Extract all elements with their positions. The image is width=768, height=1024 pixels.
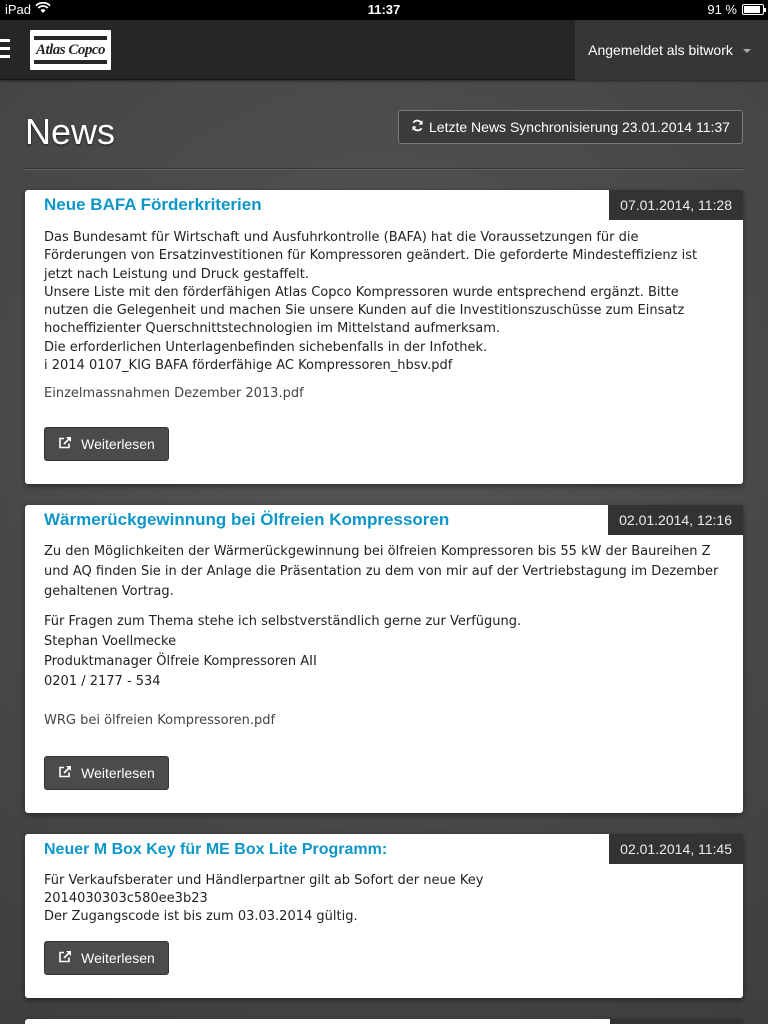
status-time: 11:37 <box>367 2 401 17</box>
news-text-line: hocheffizienter Querschnittstechnologien… <box>44 321 501 337</box>
user-menu-dropdown[interactable]: Angemeldet als bitwork <box>575 20 768 80</box>
logo-text: Atlas Copco <box>35 42 106 58</box>
external-link-icon <box>58 436 72 452</box>
sync-label: Letzte News Synchronisierung 23.01.2014 … <box>429 119 730 135</box>
news-text-line: Für Fragen zum Thema stehe ich selbstver… <box>44 614 522 629</box>
news-text-line: Zu den Möglichkeiten der Wärmerückgewinn… <box>44 544 711 559</box>
news-text-line: Stephan Voellmecke <box>44 634 177 649</box>
news-body: Das Bundesamt für Wirtschaft und Ausfuhr… <box>44 229 724 375</box>
ios-status-bar: iPad 11:37 91 % <box>0 0 768 20</box>
news-card: Neuer M Box Key für ME Box Lite Programm… <box>25 834 743 998</box>
read-more-button[interactable]: Weiterlesen <box>44 941 169 975</box>
news-text-line: i 2014 0107_KIG BAFA förderfähige AC Kom… <box>44 358 453 374</box>
external-link-icon <box>58 950 72 966</box>
news-card <box>25 1019 743 1024</box>
attachment-link[interactable]: WRG bei ölfreien Kompressoren.pdf <box>44 713 275 728</box>
news-card: Wärmerückgewinnung bei Ölfreien Kompress… <box>25 505 743 813</box>
read-more-button[interactable]: Weiterlesen <box>44 756 169 790</box>
read-more-label: Weiterlesen <box>81 765 155 781</box>
status-right: 91 % <box>707 2 766 17</box>
user-menu-label: Angemeldet als bitwork <box>588 42 733 58</box>
news-title[interactable]: Neuer M Box Key für ME Box Lite Programm… <box>44 841 387 859</box>
news-text-line: Der Zugangscode ist bis zum 03.03.2014 g… <box>44 909 358 924</box>
news-text-line: Die erforderlichen Unterlagenbefinden si… <box>44 339 488 355</box>
news-date: 07.01.2014, 11:28 <box>609 190 743 220</box>
battery-icon <box>742 4 766 15</box>
news-text-line: Unsere Liste mit den förderfähigen Atlas… <box>44 284 679 300</box>
news-text-line: nutzen die Gelegenheit und machen Sie un… <box>44 303 685 319</box>
refresh-icon <box>411 119 424 135</box>
news-date: 02.01.2014, 12:16 <box>608 505 743 535</box>
sync-button[interactable]: Letzte News Synchronisierung 23.01.2014 … <box>398 110 743 144</box>
news-text-line: jetzt nach Leistung und Druck gestaffelt… <box>44 266 309 282</box>
news-date <box>610 1019 743 1024</box>
atlas-copco-logo[interactable]: Atlas Copco <box>30 30 111 70</box>
read-more-button[interactable]: Weiterlesen <box>44 427 169 461</box>
news-title[interactable]: Neue BAFA Förderkriterien <box>44 195 262 215</box>
app-header: Atlas Copco Angemeldet als bitwork <box>0 20 768 80</box>
news-title[interactable]: Wärmerückgewinnung bei Ölfreien Kompress… <box>44 510 449 530</box>
news-date: 02.01.2014, 11:45 <box>609 834 743 864</box>
read-more-label: Weiterlesen <box>81 436 155 452</box>
news-text-line: und AQ finden Sie in der Anlage die Präs… <box>44 564 719 579</box>
caret-down-icon <box>742 49 751 53</box>
external-link-icon <box>58 765 72 781</box>
battery-percent: 91 % <box>707 2 737 17</box>
header-divider <box>25 168 743 170</box>
news-card: Neue BAFA Förderkriterien 07.01.2014, 11… <box>25 190 743 484</box>
news-text-line: Das Bundesamt für Wirtschaft und Ausfuhr… <box>44 230 639 245</box>
news-text-line: 2014030303c580ee3b23 <box>44 891 208 906</box>
news-text-line: Für Verkaufsberater und Händlerpartner g… <box>44 873 484 888</box>
read-more-label: Weiterlesen <box>81 950 155 966</box>
news-body: Für Verkaufsberater und Händlerpartner g… <box>44 872 724 926</box>
attachment-link[interactable]: Einzelmassnahmen Dezember 2013.pdf <box>44 386 304 401</box>
news-text-line: 0201 / 2177 - 534 <box>44 674 161 689</box>
page-title: News <box>25 111 116 152</box>
news-body: Zu den Möglichkeiten der Wärmerückgewinn… <box>44 542 724 692</box>
news-text-line: Produktmanager Ölfreie Kompressoren AII <box>44 654 317 669</box>
news-text-line: gehaltenen Vortrag. <box>44 584 174 599</box>
menu-icon[interactable] <box>0 39 10 59</box>
news-text-line: Förderungen von Ersatzinvestitionen für … <box>44 248 698 264</box>
